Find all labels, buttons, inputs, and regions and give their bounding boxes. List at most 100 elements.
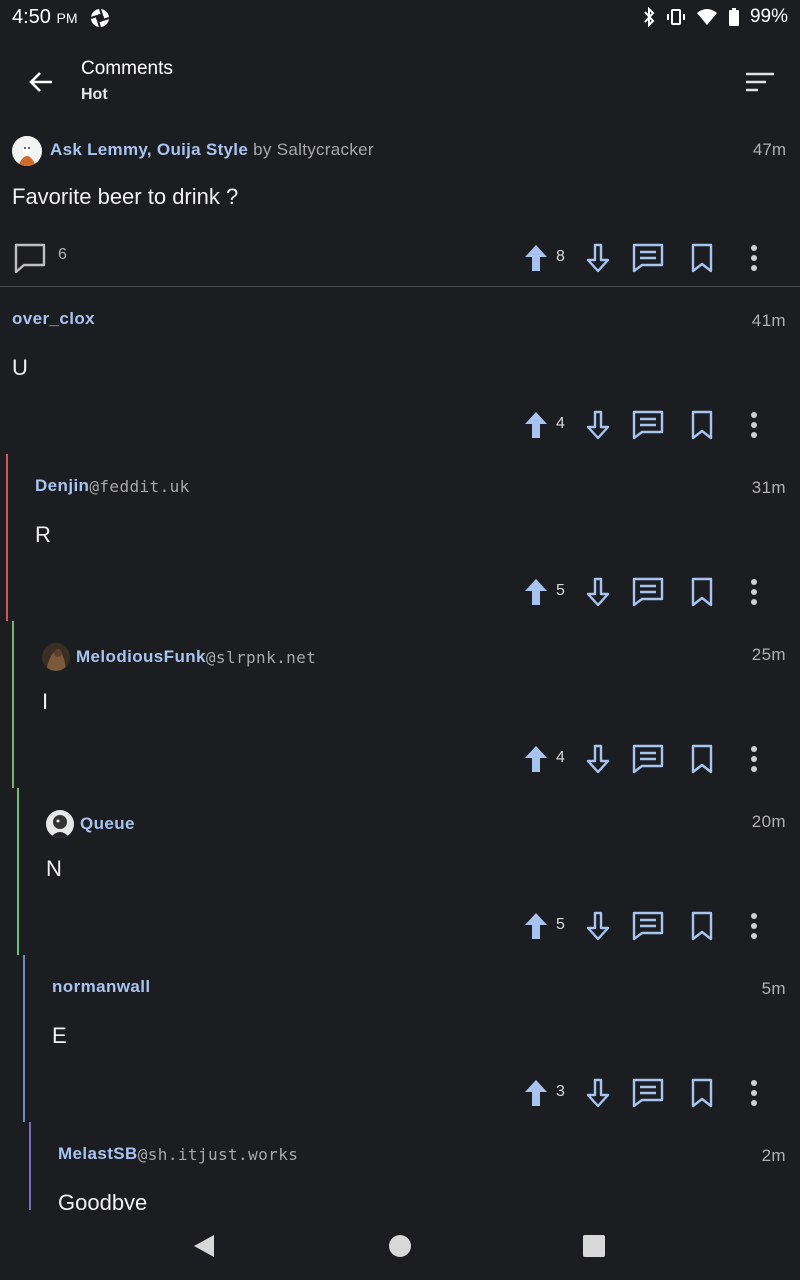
comment-header: Queue — [46, 810, 135, 838]
comment[interactable]: MelodiousFunk @slrpnk.net 25m I 4 — [0, 621, 800, 788]
comment-body: U — [12, 355, 28, 380]
post-actions: 8 — [520, 240, 800, 280]
more-vert-icon[interactable] — [738, 407, 770, 443]
bookmark-icon[interactable] — [686, 741, 718, 777]
reply-icon[interactable] — [632, 908, 664, 944]
arrow-down-icon[interactable] — [582, 240, 614, 276]
comment[interactable]: MelastSB @sh.itjust.works 2m Goodbye — [0, 1122, 800, 1210]
comment-instance: @sh.itjust.works — [137, 1144, 299, 1164]
arrow-up-icon[interactable] — [520, 240, 552, 276]
comment-score: 4 — [556, 749, 565, 766]
post-meta: Ask Lemmy, Ouija Style by Saltycracker — [50, 140, 374, 160]
battery-icon — [728, 8, 739, 26]
comment-time: 5m — [761, 979, 786, 998]
comment-actions: 3 — [520, 1075, 800, 1115]
reply-icon[interactable] — [632, 1075, 664, 1111]
comment-icon[interactable] — [12, 240, 48, 276]
avatar[interactable] — [42, 643, 70, 671]
comment[interactable]: Denjin @feddit.uk 31m R 5 — [0, 454, 800, 621]
arrow-down-icon[interactable] — [582, 1075, 614, 1111]
comment-user[interactable]: MelodiousFunk — [76, 647, 206, 667]
thread-line — [6, 454, 8, 621]
battery-percent: 99% — [749, 6, 788, 27]
arrow-down-icon[interactable] — [582, 574, 614, 610]
vibrate-icon — [666, 9, 685, 25]
status-time: 4:50 PM — [12, 6, 78, 28]
comment-time: 2m — [761, 1146, 786, 1165]
comment-header: Denjin @feddit.uk — [35, 476, 190, 496]
comment-user[interactable]: Denjin — [35, 476, 89, 496]
status-icons: 99% — [642, 6, 788, 28]
reply-icon[interactable] — [632, 407, 664, 443]
more-vert-icon[interactable] — [738, 574, 770, 610]
post-title[interactable]: Favorite beer to drink ? — [12, 184, 238, 210]
arrow-down-icon[interactable] — [582, 908, 614, 944]
comment-body: Goodbye — [58, 1190, 148, 1210]
comment-header: MelodiousFunk @slrpnk.net — [42, 643, 316, 671]
comment-body: N — [46, 856, 62, 881]
reply-icon[interactable] — [632, 741, 664, 777]
comment-body: E — [52, 1023, 67, 1048]
bookmark-icon[interactable] — [686, 908, 718, 944]
post-time: 47m — [752, 140, 786, 159]
thread-line — [12, 621, 14, 788]
bookmark-icon[interactable] — [686, 574, 718, 610]
more-vert-icon[interactable] — [738, 1075, 770, 1111]
more-vert-icon[interactable] — [738, 908, 770, 944]
thread-line — [17, 788, 19, 955]
reply-icon[interactable] — [632, 574, 664, 610]
comment-score: 5 — [556, 582, 565, 599]
aperture-icon — [90, 8, 110, 33]
bookmark-icon[interactable] — [686, 407, 718, 443]
status-bar: 4:50 PM 99% — [0, 0, 800, 36]
bluetooth-icon — [644, 7, 655, 27]
post-author[interactable]: Saltycracker — [277, 140, 374, 159]
comment-header: MelastSB @sh.itjust.works — [58, 1144, 298, 1164]
comment-time: 41m — [751, 311, 786, 330]
bookmark-icon[interactable] — [686, 240, 718, 276]
recents-nav-icon[interactable] — [580, 1232, 608, 1260]
post-card[interactable]: Ask Lemmy, Ouija Style by Saltycracker 4… — [0, 126, 800, 286]
comment-count: 6 — [58, 246, 67, 263]
arrow-down-icon[interactable] — [582, 741, 614, 777]
comment-user[interactable]: MelastSB — [58, 1144, 138, 1164]
comment-time: 20m — [751, 812, 786, 831]
arrow-down-icon[interactable] — [582, 407, 614, 443]
byline-by: by — [253, 140, 272, 159]
arrow-up-icon[interactable] — [520, 741, 552, 777]
community-link[interactable]: Ask Lemmy, Ouija Style — [50, 140, 248, 159]
comment-instance: @slrpnk.net — [205, 647, 317, 667]
community-avatar[interactable] — [12, 136, 42, 166]
comment[interactable]: normanwall 5m E 3 — [0, 955, 800, 1122]
more-vert-icon[interactable] — [738, 741, 770, 777]
sort-icon[interactable] — [744, 66, 776, 98]
reply-icon[interactable] — [632, 240, 664, 276]
comment-user[interactable]: over_clox — [12, 309, 95, 329]
comment-user[interactable]: Queue — [80, 814, 135, 834]
arrow-up-icon[interactable] — [520, 574, 552, 610]
thread-line — [23, 955, 25, 1122]
comment-body: I — [42, 689, 49, 714]
comment-body: R — [35, 522, 51, 547]
arrow-up-icon[interactable] — [520, 908, 552, 944]
avatar[interactable] — [46, 810, 74, 838]
wifi-icon — [696, 9, 717, 25]
more-vert-icon[interactable] — [738, 240, 770, 276]
arrow-up-icon[interactable] — [520, 1075, 552, 1111]
comment[interactable]: over_clox 41m U 4 — [0, 287, 800, 454]
arrow-up-icon[interactable] — [520, 407, 552, 443]
comment-actions: 5 — [520, 574, 800, 614]
page-title: Comments — [81, 58, 173, 79]
arrow-back-icon[interactable] — [24, 64, 60, 100]
bookmark-icon[interactable] — [686, 1075, 718, 1111]
comment-score: 5 — [556, 916, 565, 933]
comment-actions: 4 — [520, 741, 800, 781]
sort-subtitle: Hot — [81, 86, 108, 103]
comment-actions: 4 — [520, 407, 800, 447]
home-nav-icon[interactable] — [386, 1232, 414, 1260]
comment[interactable]: Queue 20m N 5 — [0, 788, 800, 955]
comment-time: 31m — [751, 478, 786, 497]
comment-user[interactable]: normanwall — [52, 977, 150, 997]
back-nav-icon[interactable] — [190, 1232, 218, 1260]
system-nav-bar — [0, 1210, 800, 1280]
